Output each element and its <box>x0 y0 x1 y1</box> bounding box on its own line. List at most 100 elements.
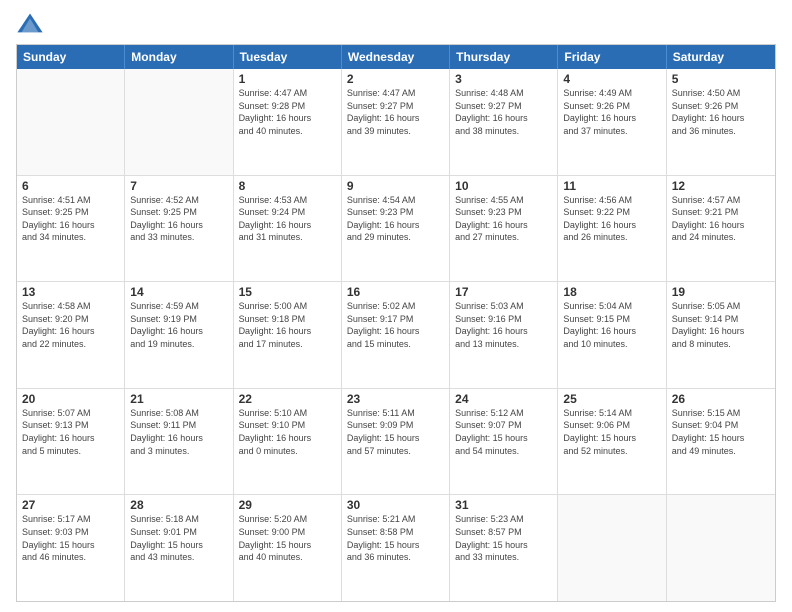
calendar-row: 6Sunrise: 4:51 AM Sunset: 9:25 PM Daylig… <box>17 175 775 282</box>
day-number: 13 <box>22 285 119 299</box>
day-number: 5 <box>672 72 770 86</box>
page: SundayMondayTuesdayWednesdayThursdayFrid… <box>0 0 792 612</box>
cell-content: Sunrise: 5:21 AM Sunset: 8:58 PM Dayligh… <box>347 513 444 563</box>
day-number: 2 <box>347 72 444 86</box>
day-number: 19 <box>672 285 770 299</box>
calendar-cell: 23Sunrise: 5:11 AM Sunset: 9:09 PM Dayli… <box>342 389 450 495</box>
calendar-cell: 10Sunrise: 4:55 AM Sunset: 9:23 PM Dayli… <box>450 176 558 282</box>
calendar-cell: 24Sunrise: 5:12 AM Sunset: 9:07 PM Dayli… <box>450 389 558 495</box>
cell-content: Sunrise: 4:48 AM Sunset: 9:27 PM Dayligh… <box>455 87 552 137</box>
calendar-cell: 18Sunrise: 5:04 AM Sunset: 9:15 PM Dayli… <box>558 282 666 388</box>
day-number: 8 <box>239 179 336 193</box>
calendar-cell: 19Sunrise: 5:05 AM Sunset: 9:14 PM Dayli… <box>667 282 775 388</box>
calendar-cell: 25Sunrise: 5:14 AM Sunset: 9:06 PM Dayli… <box>558 389 666 495</box>
cell-content: Sunrise: 4:47 AM Sunset: 9:28 PM Dayligh… <box>239 87 336 137</box>
calendar-cell: 1Sunrise: 4:47 AM Sunset: 9:28 PM Daylig… <box>234 69 342 175</box>
logo <box>16 10 48 38</box>
calendar-cell: 28Sunrise: 5:18 AM Sunset: 9:01 PM Dayli… <box>125 495 233 601</box>
calendar-cell <box>125 69 233 175</box>
calendar-cell: 29Sunrise: 5:20 AM Sunset: 9:00 PM Dayli… <box>234 495 342 601</box>
cell-content: Sunrise: 4:59 AM Sunset: 9:19 PM Dayligh… <box>130 300 227 350</box>
day-number: 16 <box>347 285 444 299</box>
calendar-cell: 3Sunrise: 4:48 AM Sunset: 9:27 PM Daylig… <box>450 69 558 175</box>
cell-content: Sunrise: 4:58 AM Sunset: 9:20 PM Dayligh… <box>22 300 119 350</box>
cell-content: Sunrise: 4:56 AM Sunset: 9:22 PM Dayligh… <box>563 194 660 244</box>
calendar-row: 1Sunrise: 4:47 AM Sunset: 9:28 PM Daylig… <box>17 69 775 175</box>
day-number: 15 <box>239 285 336 299</box>
calendar-header-cell: Tuesday <box>234 45 342 69</box>
day-number: 20 <box>22 392 119 406</box>
day-number: 18 <box>563 285 660 299</box>
day-number: 24 <box>455 392 552 406</box>
calendar-cell: 14Sunrise: 4:59 AM Sunset: 9:19 PM Dayli… <box>125 282 233 388</box>
day-number: 3 <box>455 72 552 86</box>
calendar-header-cell: Friday <box>558 45 666 69</box>
calendar-cell: 31Sunrise: 5:23 AM Sunset: 8:57 PM Dayli… <box>450 495 558 601</box>
day-number: 21 <box>130 392 227 406</box>
day-number: 31 <box>455 498 552 512</box>
cell-content: Sunrise: 5:17 AM Sunset: 9:03 PM Dayligh… <box>22 513 119 563</box>
day-number: 27 <box>22 498 119 512</box>
cell-content: Sunrise: 4:54 AM Sunset: 9:23 PM Dayligh… <box>347 194 444 244</box>
header <box>16 10 776 38</box>
calendar-header-cell: Saturday <box>667 45 775 69</box>
day-number: 14 <box>130 285 227 299</box>
day-number: 1 <box>239 72 336 86</box>
calendar-cell: 4Sunrise: 4:49 AM Sunset: 9:26 PM Daylig… <box>558 69 666 175</box>
cell-content: Sunrise: 5:07 AM Sunset: 9:13 PM Dayligh… <box>22 407 119 457</box>
calendar-cell: 16Sunrise: 5:02 AM Sunset: 9:17 PM Dayli… <box>342 282 450 388</box>
cell-content: Sunrise: 5:18 AM Sunset: 9:01 PM Dayligh… <box>130 513 227 563</box>
calendar-header-cell: Sunday <box>17 45 125 69</box>
day-number: 7 <box>130 179 227 193</box>
day-number: 12 <box>672 179 770 193</box>
cell-content: Sunrise: 5:15 AM Sunset: 9:04 PM Dayligh… <box>672 407 770 457</box>
calendar-cell: 13Sunrise: 4:58 AM Sunset: 9:20 PM Dayli… <box>17 282 125 388</box>
calendar-cell: 8Sunrise: 4:53 AM Sunset: 9:24 PM Daylig… <box>234 176 342 282</box>
cell-content: Sunrise: 4:55 AM Sunset: 9:23 PM Dayligh… <box>455 194 552 244</box>
calendar-cell: 27Sunrise: 5:17 AM Sunset: 9:03 PM Dayli… <box>17 495 125 601</box>
calendar-cell: 11Sunrise: 4:56 AM Sunset: 9:22 PM Dayli… <box>558 176 666 282</box>
calendar-cell: 30Sunrise: 5:21 AM Sunset: 8:58 PM Dayli… <box>342 495 450 601</box>
calendar-cell: 15Sunrise: 5:00 AM Sunset: 9:18 PM Dayli… <box>234 282 342 388</box>
cell-content: Sunrise: 4:53 AM Sunset: 9:24 PM Dayligh… <box>239 194 336 244</box>
calendar-cell: 6Sunrise: 4:51 AM Sunset: 9:25 PM Daylig… <box>17 176 125 282</box>
day-number: 9 <box>347 179 444 193</box>
calendar-cell: 20Sunrise: 5:07 AM Sunset: 9:13 PM Dayli… <box>17 389 125 495</box>
day-number: 28 <box>130 498 227 512</box>
calendar-cell: 17Sunrise: 5:03 AM Sunset: 9:16 PM Dayli… <box>450 282 558 388</box>
calendar-cell: 9Sunrise: 4:54 AM Sunset: 9:23 PM Daylig… <box>342 176 450 282</box>
cell-content: Sunrise: 4:52 AM Sunset: 9:25 PM Dayligh… <box>130 194 227 244</box>
cell-content: Sunrise: 5:10 AM Sunset: 9:10 PM Dayligh… <box>239 407 336 457</box>
cell-content: Sunrise: 4:47 AM Sunset: 9:27 PM Dayligh… <box>347 87 444 137</box>
calendar-cell <box>667 495 775 601</box>
calendar-cell: 5Sunrise: 4:50 AM Sunset: 9:26 PM Daylig… <box>667 69 775 175</box>
calendar-body: 1Sunrise: 4:47 AM Sunset: 9:28 PM Daylig… <box>17 69 775 601</box>
day-number: 10 <box>455 179 552 193</box>
cell-content: Sunrise: 5:00 AM Sunset: 9:18 PM Dayligh… <box>239 300 336 350</box>
calendar-row: 20Sunrise: 5:07 AM Sunset: 9:13 PM Dayli… <box>17 388 775 495</box>
calendar-header-cell: Monday <box>125 45 233 69</box>
calendar-cell: 2Sunrise: 4:47 AM Sunset: 9:27 PM Daylig… <box>342 69 450 175</box>
cell-content: Sunrise: 4:49 AM Sunset: 9:26 PM Dayligh… <box>563 87 660 137</box>
day-number: 25 <box>563 392 660 406</box>
cell-content: Sunrise: 4:51 AM Sunset: 9:25 PM Dayligh… <box>22 194 119 244</box>
cell-content: Sunrise: 5:11 AM Sunset: 9:09 PM Dayligh… <box>347 407 444 457</box>
cell-content: Sunrise: 5:14 AM Sunset: 9:06 PM Dayligh… <box>563 407 660 457</box>
day-number: 6 <box>22 179 119 193</box>
calendar-row: 13Sunrise: 4:58 AM Sunset: 9:20 PM Dayli… <box>17 281 775 388</box>
calendar-cell: 22Sunrise: 5:10 AM Sunset: 9:10 PM Dayli… <box>234 389 342 495</box>
day-number: 26 <box>672 392 770 406</box>
calendar-cell: 7Sunrise: 4:52 AM Sunset: 9:25 PM Daylig… <box>125 176 233 282</box>
calendar-header-cell: Wednesday <box>342 45 450 69</box>
calendar-cell <box>17 69 125 175</box>
cell-content: Sunrise: 5:12 AM Sunset: 9:07 PM Dayligh… <box>455 407 552 457</box>
day-number: 29 <box>239 498 336 512</box>
cell-content: Sunrise: 4:57 AM Sunset: 9:21 PM Dayligh… <box>672 194 770 244</box>
calendar-header-row: SundayMondayTuesdayWednesdayThursdayFrid… <box>17 45 775 69</box>
calendar: SundayMondayTuesdayWednesdayThursdayFrid… <box>16 44 776 602</box>
day-number: 23 <box>347 392 444 406</box>
calendar-cell: 26Sunrise: 5:15 AM Sunset: 9:04 PM Dayli… <box>667 389 775 495</box>
day-number: 22 <box>239 392 336 406</box>
logo-icon <box>16 10 44 38</box>
cell-content: Sunrise: 5:04 AM Sunset: 9:15 PM Dayligh… <box>563 300 660 350</box>
